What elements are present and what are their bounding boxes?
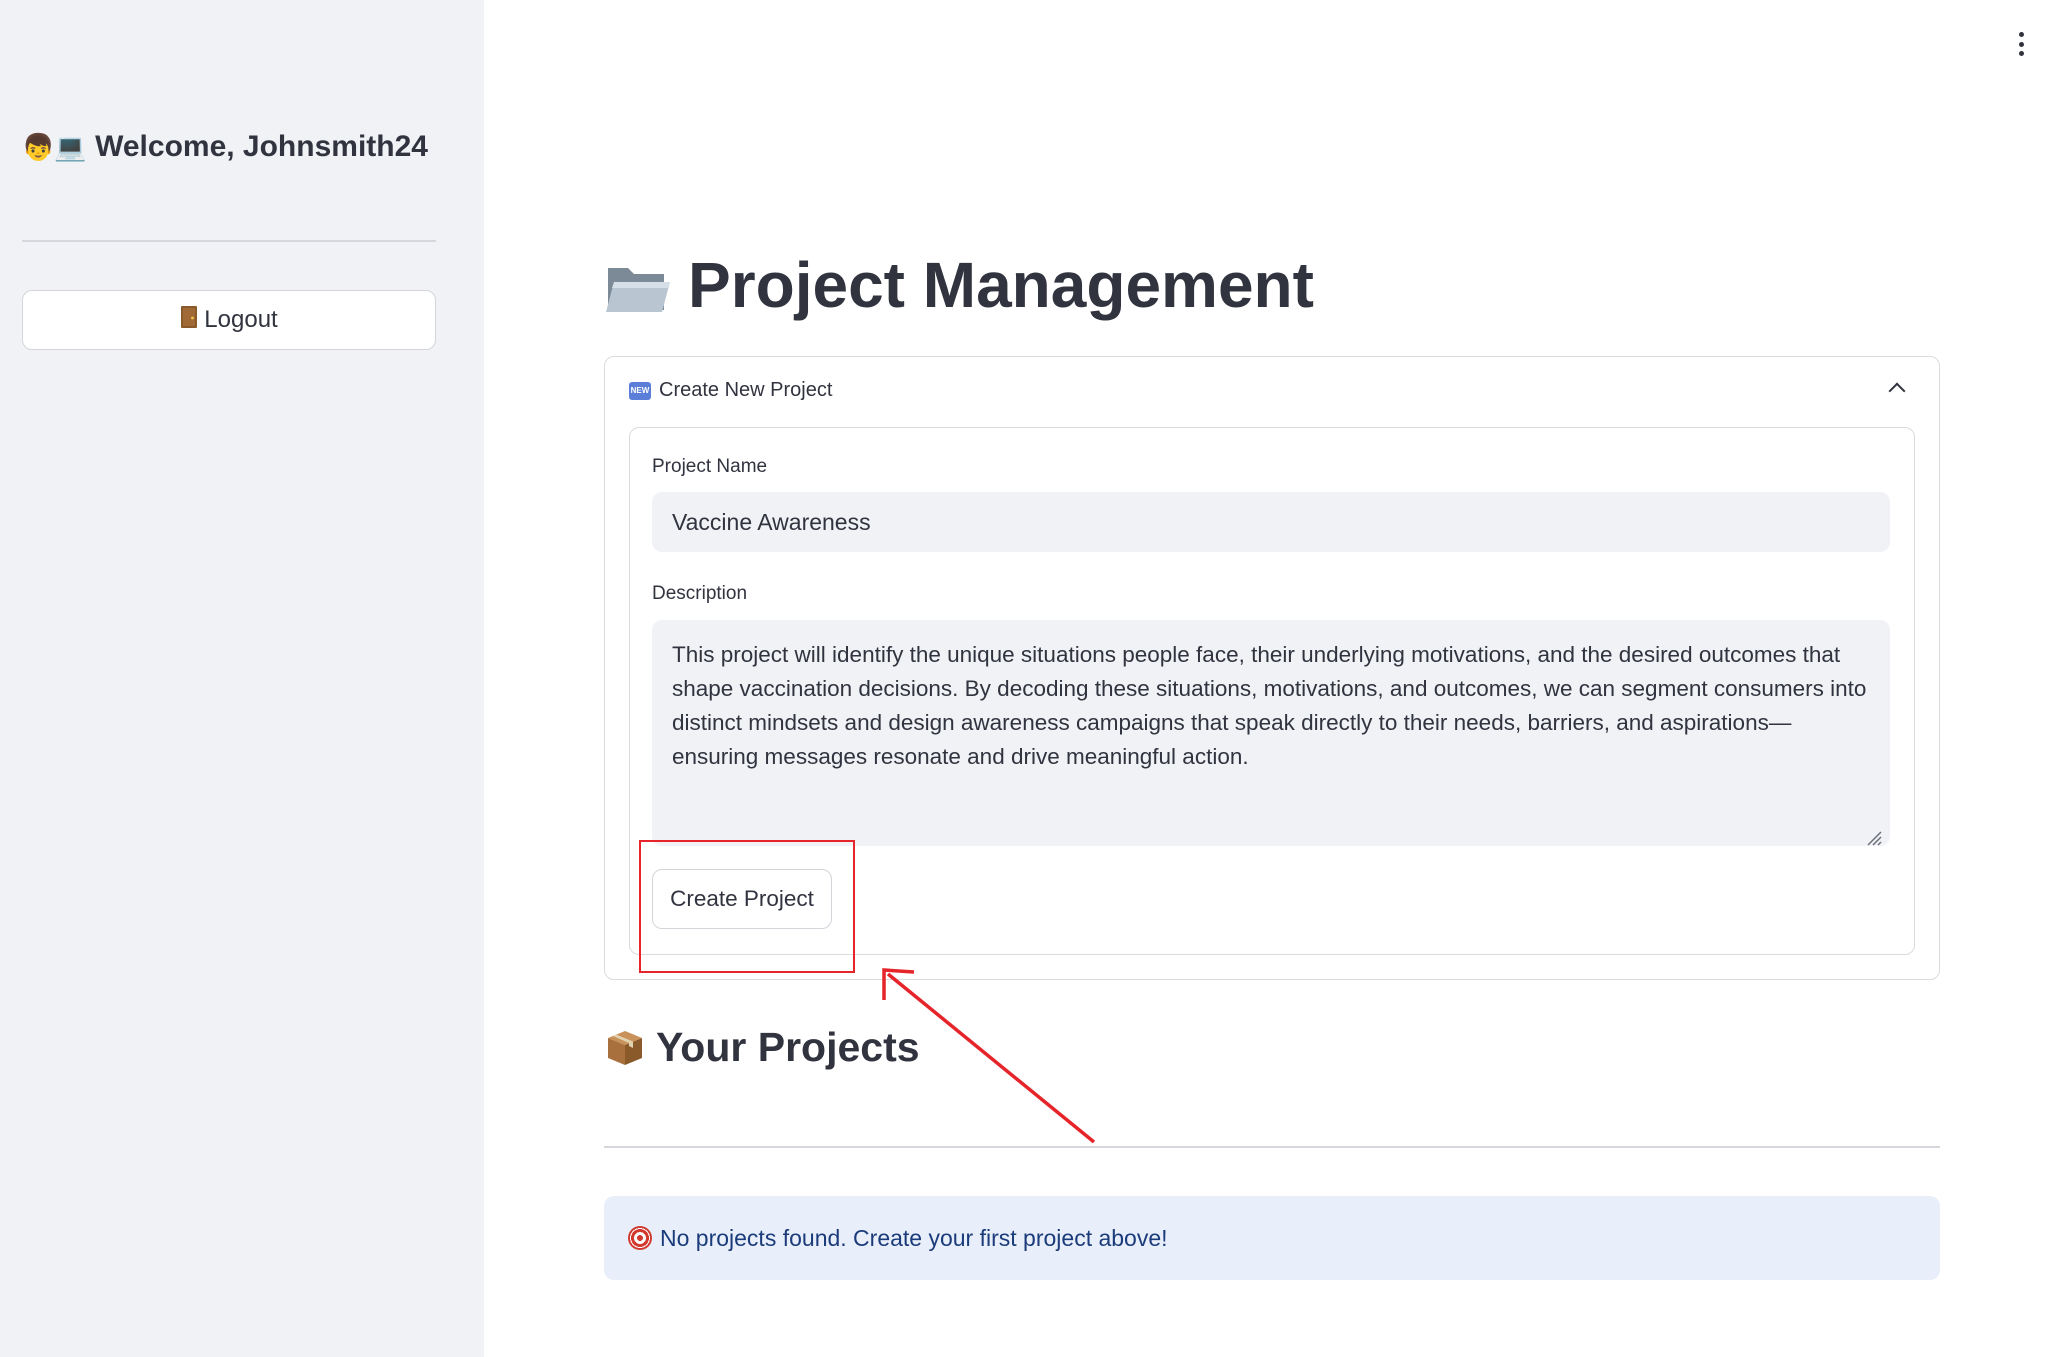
description-value: This project will identify the unique si…: [672, 642, 1867, 769]
new-badge-icon: NEW: [629, 381, 651, 400]
logout-button[interactable]: Logout: [22, 290, 436, 350]
description-label: Description: [652, 583, 748, 604]
person-icon: 👦: [22, 132, 55, 162]
projects-title-text: Your Projects: [656, 1024, 920, 1070]
resize-handle-icon[interactable]: [1864, 822, 1882, 846]
package-icon: [604, 1028, 646, 1068]
description-textarea[interactable]: This project will identify the unique si…: [652, 620, 1890, 846]
project-name-label: Project Name: [652, 456, 768, 477]
project-name-input[interactable]: Vaccine Awareness: [652, 492, 1890, 552]
page-title: Project Management: [604, 248, 1314, 322]
more-vertical-icon[interactable]: [2014, 32, 2028, 56]
project-name-value: Vaccine Awareness: [672, 508, 871, 535]
empty-projects-alert: No projects found. Create your first pro…: [604, 1196, 1940, 1280]
section-divider: [604, 1146, 1940, 1148]
page-title-text: Project Management: [688, 249, 1314, 321]
laptop-icon: 💻: [54, 132, 87, 162]
expander-header[interactable]: NEW Create New Project: [629, 379, 832, 402]
logout-label: Logout: [204, 306, 278, 333]
chevron-up-icon[interactable]: [1888, 382, 1906, 400]
door-icon: [180, 305, 198, 336]
welcome-text: Welcome, Johnsmith24: [95, 130, 428, 163]
sidebar-divider: [22, 240, 436, 242]
expander-title: Create New Project: [659, 379, 833, 401]
sidebar: 👦💻 Welcome, Johnsmith24 Logout: [0, 0, 484, 1357]
empty-message: No projects found. Create your first pro…: [660, 1224, 1168, 1251]
target-icon: [628, 1226, 652, 1250]
welcome-message: 👦💻 Welcome, Johnsmith24: [22, 130, 428, 164]
folder-icon: [604, 257, 672, 313]
annotation-highlight-box: [639, 840, 855, 973]
projects-section-title: Your Projects: [604, 1024, 920, 1071]
